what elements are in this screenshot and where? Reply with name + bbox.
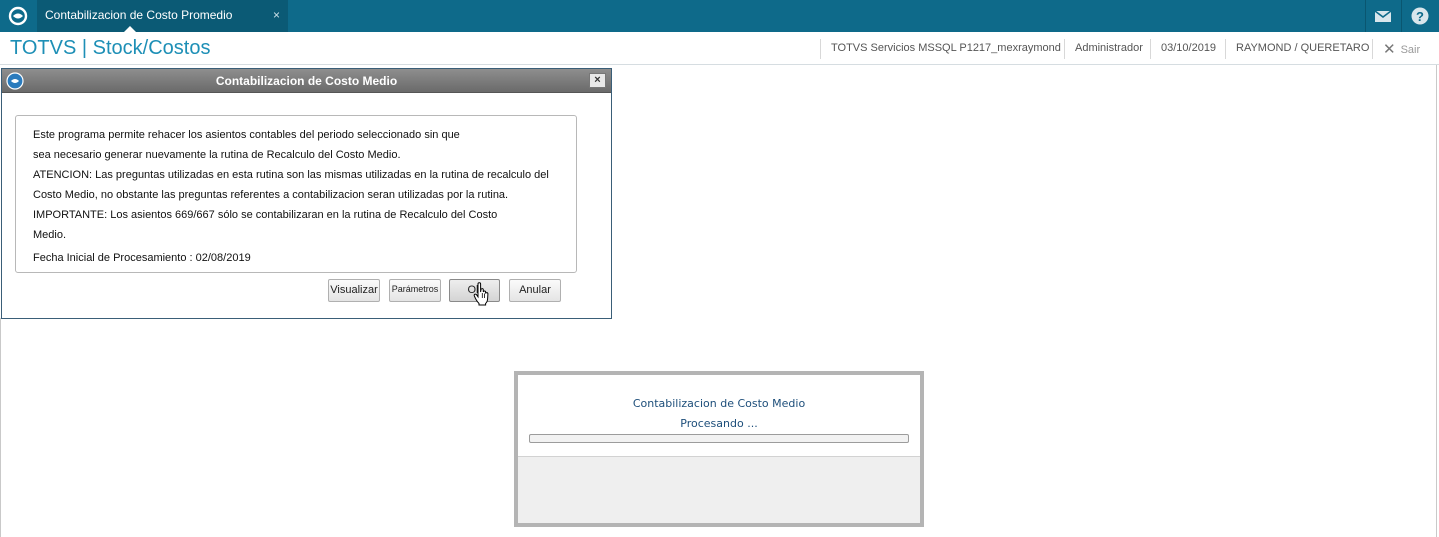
workspace-border xyxy=(1436,65,1437,537)
logout-label: Sair xyxy=(1400,44,1421,56)
dialog-title: Contabilizacion de Costo Medio xyxy=(215,74,398,88)
help-icon[interactable]: ? xyxy=(1410,6,1430,26)
view-button[interactable]: Visualizar xyxy=(328,279,380,302)
header-divider xyxy=(820,39,821,59)
logout-button[interactable]: ✕ Sair xyxy=(1383,40,1420,58)
header-divider xyxy=(1150,39,1151,59)
start-date-text: Fecha Inicial de Procesamiento : 02/08/2… xyxy=(33,252,251,264)
top-tab-bar: Contabilizacion de Costo Promedio [02.9.… xyxy=(0,0,1439,52)
parameters-button[interactable]: Parámetros xyxy=(389,279,441,302)
dialog-titlebar[interactable]: Contabilizacion de Costo Medio × xyxy=(2,69,611,93)
dialog-close-button[interactable]: × xyxy=(589,73,606,88)
divider xyxy=(1365,0,1366,32)
progress-footer xyxy=(518,456,920,523)
progress-title: Contabilizacion de Costo Medio xyxy=(632,397,806,410)
message-line: Costo Medio, no obstante las preguntas r… xyxy=(33,189,509,201)
progress-panel: Contabilizacion de Costo Medio Procesand… xyxy=(514,371,924,527)
contabilizacion-dialog: Contabilizacion de Costo Medio × Este pr… xyxy=(1,68,612,319)
user-info: Administrador xyxy=(1075,42,1143,54)
app-header: TOTVS | Stock/Costos TOTVS Servicios MSS… xyxy=(0,32,1439,65)
header-divider xyxy=(1372,39,1373,59)
message-line: Medio. xyxy=(33,229,67,241)
message-line: Este programa permite rehacer los asient… xyxy=(33,129,460,141)
svg-text:?: ? xyxy=(1416,9,1424,24)
close-icon: ✕ xyxy=(1383,41,1396,58)
workspace-border xyxy=(0,318,1,537)
progress-bar xyxy=(529,434,909,443)
date-info: 03/10/2019 xyxy=(1161,42,1217,54)
app-brand-title: TOTVS | Stock/Costos xyxy=(10,37,211,59)
hand-cursor-icon xyxy=(473,282,489,306)
branch-info: RAYMOND / QUERETARO xyxy=(1236,42,1370,54)
environment-info: TOTVS Servicios MSSQL P1217_mexraymond xyxy=(831,42,1061,54)
mail-icon[interactable] xyxy=(1373,8,1393,24)
tab-contabilizacion[interactable]: Contabilizacion de Costo Promedio [02.9.… xyxy=(37,0,288,52)
message-line: sea necesario generar nuevamente la ruti… xyxy=(33,149,401,161)
header-divider xyxy=(1064,39,1065,59)
cancel-button[interactable]: Anular xyxy=(509,279,561,302)
divider xyxy=(1401,0,1402,32)
message-box: Este programa permite rehacer los asient… xyxy=(15,115,577,273)
header-divider xyxy=(1225,39,1226,59)
message-line: ATENCION: Las preguntas utilizadas en es… xyxy=(33,169,549,181)
totvs-logo-icon[interactable] xyxy=(8,6,28,26)
message-line: IMPORTANTE: Los asientos 669/667 sólo se… xyxy=(33,209,498,221)
progress-status: Procesando ... xyxy=(680,417,758,430)
tab-close-icon[interactable]: × xyxy=(273,0,280,30)
